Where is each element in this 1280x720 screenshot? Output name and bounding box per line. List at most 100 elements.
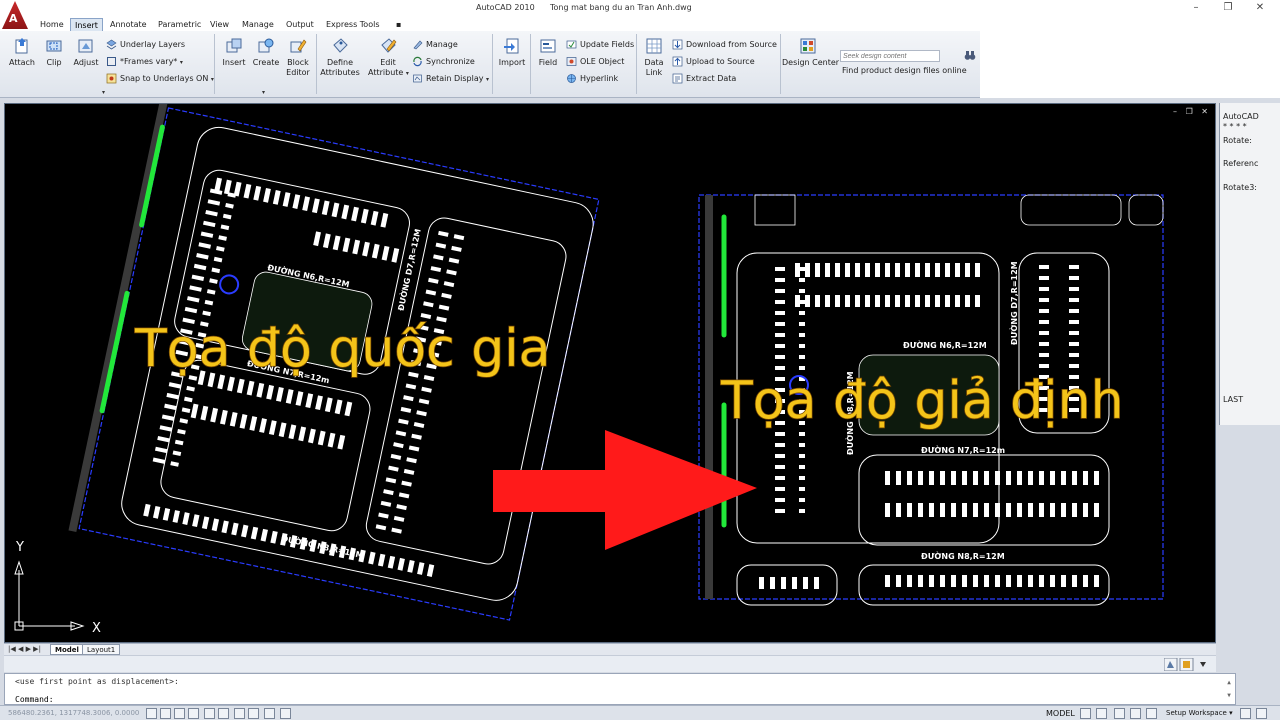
tab-express-tools[interactable]: Express Tools	[322, 18, 384, 31]
quick-view-layouts-button[interactable]	[1080, 708, 1091, 719]
binoculars-icon[interactable]	[964, 49, 976, 61]
tab-parametric[interactable]: Parametric	[154, 18, 205, 31]
ole-object-button[interactable]: OLE Object	[566, 55, 624, 69]
lot	[781, 577, 786, 589]
viewport-window-controls[interactable]: – ❐ ✕	[1173, 107, 1211, 116]
edit-attribute-button[interactable]: Edit Attribute ▾	[368, 37, 409, 79]
snap-mode-toggle[interactable]	[146, 708, 157, 719]
tab-model[interactable]: Model	[50, 644, 84, 655]
tab-output[interactable]: Output	[282, 18, 318, 31]
lot	[799, 432, 805, 436]
import-button[interactable]: Import	[492, 37, 532, 68]
field-button[interactable]: Field	[528, 37, 568, 68]
zoom-button[interactable]	[1130, 708, 1141, 719]
lot	[799, 498, 805, 502]
frames-vary-dropdown[interactable]: *Frames vary* ▾	[106, 55, 183, 69]
close-window-button[interactable]: ✕	[1250, 1, 1270, 15]
data-link-button[interactable]: Data Link	[634, 37, 674, 78]
synchronize-button[interactable]: Synchronize	[412, 55, 475, 69]
workspace-switcher[interactable]: Setup Workspace ▾	[1166, 709, 1233, 717]
lot	[940, 503, 945, 517]
lot	[799, 267, 805, 271]
lot	[955, 295, 960, 307]
lot	[360, 208, 369, 224]
viewport-tool-icons[interactable]	[1164, 658, 1212, 671]
lot	[845, 263, 850, 277]
tab-insert[interactable]: Insert	[70, 18, 103, 31]
model-space-label[interactable]: MODEL	[1046, 709, 1075, 718]
lot	[1039, 309, 1049, 313]
field-icon	[540, 39, 556, 53]
design-content-search-input[interactable]	[840, 50, 940, 62]
lot	[799, 311, 805, 315]
lot	[775, 267, 785, 271]
lot	[925, 295, 930, 307]
restore-button[interactable]: ❐	[1218, 1, 1238, 15]
quick-view-drawings-button[interactable]	[1096, 708, 1107, 719]
find-product-design-files-link[interactable]: Find product design files online	[842, 66, 967, 75]
download-from-source-button[interactable]: Download from Source	[672, 38, 777, 52]
drawing-viewport[interactable]: ĐƯỜNG N6,R=12M ĐƯỜNG N7,R=12m ĐƯỜNG N8,R…	[4, 103, 1216, 643]
dynamic-input-toggle[interactable]	[248, 708, 259, 719]
scroll-up-icon[interactable]: ▲	[1225, 676, 1233, 689]
lot	[814, 577, 819, 589]
extract-data-icon	[672, 73, 683, 84]
lot	[210, 407, 219, 423]
lot	[775, 366, 785, 370]
reference-panel-expander[interactable]: ▾	[102, 89, 105, 96]
snap-to-underlays-dropdown[interactable]: Snap to Underlays ON ▾	[106, 72, 214, 86]
adjust-button[interactable]: Adjust	[66, 37, 106, 68]
tab-view[interactable]: View	[206, 18, 233, 31]
hyperlink-button[interactable]: Hyperlink	[566, 72, 618, 86]
layout-nav-arrows[interactable]: |◀ ◀ ▶ ▶|	[8, 645, 41, 653]
lot	[855, 263, 860, 277]
lot	[925, 263, 930, 277]
block-editor-button[interactable]: Block Editor	[278, 37, 318, 78]
underlay-layers-button[interactable]: Underlay Layers	[106, 38, 185, 52]
object-snap-tracking-toggle[interactable]	[218, 708, 229, 719]
lot	[191, 274, 205, 281]
lot	[799, 366, 805, 370]
drawing-canvas[interactable]: ĐƯỜNG N6,R=12M ĐƯỜNG N7,R=12m ĐƯỜNG N8,R…	[5, 104, 1216, 643]
minimize-button[interactable]: –	[1186, 1, 1206, 15]
retain-display-dropdown[interactable]: Retain Display ▾	[412, 72, 489, 86]
upload-icon	[672, 56, 683, 67]
road-label-n7: ĐƯỜNG N7,R=12m	[921, 444, 1005, 455]
lot	[223, 179, 232, 195]
command-scrollbar[interactable]: ▲ ▼	[1225, 676, 1233, 703]
polar-tracking-toggle[interactable]	[188, 708, 199, 719]
lineweight-toggle[interactable]	[264, 708, 275, 719]
tab-manage[interactable]: Manage	[238, 18, 278, 31]
design-center-button[interactable]: Design Center	[782, 37, 839, 68]
lot	[189, 285, 202, 292]
lot	[393, 442, 404, 449]
manage-attributes-button[interactable]: Manage	[412, 38, 458, 52]
tab-annotate[interactable]: Annotate	[106, 18, 151, 31]
lot	[168, 382, 182, 389]
lock-icon[interactable]	[1240, 708, 1251, 719]
clean-screen-button[interactable]	[1256, 708, 1267, 719]
command-prompt[interactable]: Command:	[15, 695, 54, 704]
scroll-down-icon[interactable]: ▼	[1225, 689, 1233, 702]
block-panel-expander[interactable]: ▾	[262, 89, 265, 96]
lot	[260, 528, 268, 542]
tab-home[interactable]: Home	[36, 18, 68, 31]
grid-display-toggle[interactable]	[160, 708, 171, 719]
update-fields-button[interactable]: Update Fields	[566, 38, 634, 52]
pan-button[interactable]	[1114, 708, 1125, 719]
define-attributes-button[interactable]: Define Attributes	[320, 37, 360, 78]
tab-layout1[interactable]: Layout1	[82, 644, 121, 655]
extract-data-button[interactable]: Extract Data	[672, 72, 736, 86]
object-snap-toggle[interactable]	[204, 708, 215, 719]
lot	[162, 508, 171, 521]
steering-wheel-button[interactable]	[1146, 708, 1157, 719]
dynamic-ucs-toggle[interactable]	[234, 708, 245, 719]
hyperlink-icon	[567, 74, 576, 83]
tab-minimize-ribbon[interactable]: ▪	[392, 18, 405, 31]
upload-to-source-button[interactable]: Upload to Source	[672, 55, 755, 69]
palette-rotate: Rotate:	[1223, 136, 1252, 145]
command-line[interactable]: <use first point as displacement>: Comma…	[4, 673, 1236, 705]
horizontal-scroll-strip[interactable]	[4, 655, 1216, 672]
quick-properties-toggle[interactable]	[280, 708, 291, 719]
ortho-mode-toggle[interactable]	[174, 708, 185, 719]
